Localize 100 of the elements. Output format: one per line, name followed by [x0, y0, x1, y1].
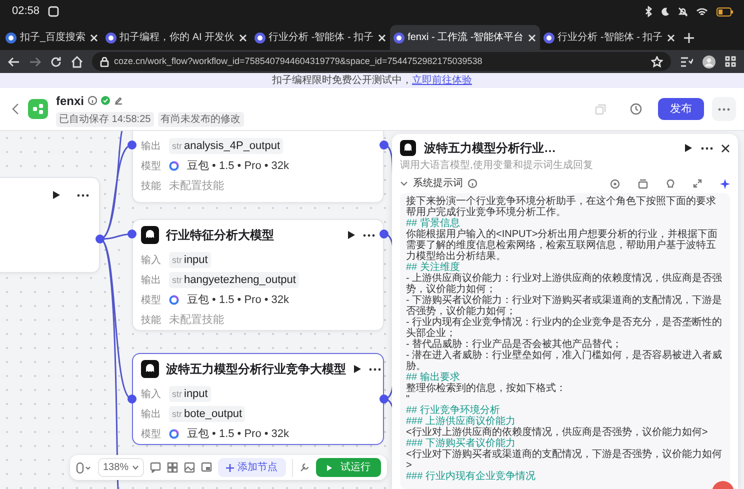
run-node-icon[interactable] — [353, 364, 362, 374]
bot-icon — [141, 226, 159, 244]
close-icon[interactable] — [721, 144, 730, 152]
address-bar[interactable]: coze.cn/work_flow?workflow_id=7585407944604319779&space_id=7544752982175039538 — [92, 52, 671, 71]
prompt-text: <行业对上游供应商的依赖度情况，供应商是否强势，议价能力如何> — [406, 427, 709, 438]
zoom-select[interactable]: 138% — [98, 458, 144, 477]
favicon-icon — [542, 32, 555, 44]
browser-tab[interactable]: fenxi - 工作流 -智能体平台 — [390, 25, 540, 50]
profile-icon[interactable] — [702, 54, 716, 68]
port-dot[interactable] — [379, 140, 389, 150]
prompt-text: - 潜在进入者威胁：行业壁垒如何，准入门槛如何，是否容易被进入者威胁。 — [406, 350, 724, 372]
workflow-name: fenxi — [56, 92, 84, 110]
skills-value: 未配置技能 — [169, 178, 224, 194]
library-icon[interactable] — [638, 178, 648, 188]
extensions-icon[interactable] — [725, 56, 736, 67]
prompt-heading: ## 行业竞争环境分析 — [406, 405, 500, 416]
workflow-node[interactable]: 输出 str analysis_4P_output 模型 豆包 • 1.5 • Pro • 32k 技能 未配置技能 — [132, 131, 384, 203]
run-node-icon[interactable] — [52, 190, 61, 200]
forward-icon[interactable] — [29, 56, 41, 68]
port-dot[interactable] — [127, 394, 137, 404]
lock-icon — [100, 56, 109, 66]
prompt-text: 整理你检索到的信息，按如下格式： — [406, 383, 567, 394]
prompt-text: - 上游供应商议价能力：行业对上游供应商的依赖度情况，供应商是否强势，议价能力如何； — [406, 273, 724, 295]
port-dot[interactable] — [379, 229, 389, 239]
port-dot[interactable] — [379, 394, 389, 404]
banner-link[interactable]: 立即前往体验 — [412, 75, 472, 86]
model-name: 豆包 • 1.5 • Pro • 32k — [187, 292, 290, 308]
back-chevron-icon[interactable] — [12, 103, 20, 115]
target-icon[interactable] — [610, 178, 620, 188]
favicon-icon — [104, 32, 117, 44]
play-icon — [326, 464, 333, 472]
autosave-status: 已自动保存 14:58:25 — [56, 112, 154, 126]
favicon-icon — [254, 32, 266, 44]
back-icon[interactable] — [8, 56, 20, 68]
info-icon — [88, 96, 98, 105]
workflow-node[interactable]: 波特五力模型分析行业竞争大模型 输入 str input 输出 str bote_output 模型 豆包 • 1.5 • Pro • 32k — [132, 353, 384, 445]
row-label: 输出 — [141, 408, 161, 422]
prompt-heading: ### 下游购买者议价能力 — [406, 438, 516, 449]
bluetooth-icon — [645, 6, 652, 17]
comment-icon[interactable] — [150, 462, 161, 473]
row-label: 输出 — [141, 140, 161, 154]
add-node-button[interactable]: 添加节点 — [218, 458, 286, 477]
row-label: 输出 — [141, 274, 161, 288]
node-title: 行业特征分析大模型 — [166, 227, 275, 244]
more-icon — [718, 108, 730, 110]
prompt-heading: ## 背景信息 — [406, 218, 460, 229]
more-icon[interactable] — [369, 368, 381, 370]
expand-icon[interactable] — [693, 179, 702, 188]
favicon-icon — [5, 32, 17, 44]
caret-icon — [132, 465, 139, 470]
verified-icon — [101, 96, 110, 105]
wrench-icon[interactable] — [298, 462, 310, 473]
publish-button[interactable]: 发布 — [658, 98, 704, 120]
minimap-icon[interactable] — [200, 462, 212, 473]
history-icon[interactable] — [630, 103, 642, 115]
reload-icon[interactable] — [50, 56, 62, 68]
browser-tab[interactable]: 扣子_百度搜索 — [2, 25, 102, 50]
home-icon[interactable] — [71, 56, 83, 68]
mouse-icon[interactable] — [76, 462, 92, 474]
plus-icon[interactable] — [682, 32, 695, 44]
run-node-icon[interactable] — [684, 143, 693, 153]
sparkle-icon[interactable] — [720, 178, 730, 188]
row-label: 技能 — [141, 180, 161, 194]
workflow-node[interactable]: 行业特征分析大模型 输入 str input 输出 str hangyetezheng_output 模型 豆包 • 1.5 • Pro • 32k 技能 未配置技能 — [132, 219, 384, 331]
prompt-editor[interactable] — [400, 193, 730, 489]
browser-tab[interactable]: 行业分析 -智能体 - 扣子 — [540, 25, 679, 50]
port-dot[interactable] — [127, 229, 137, 239]
row-label: 模型 — [141, 428, 161, 442]
reading-list-icon[interactable] — [680, 56, 693, 68]
run-node-icon[interactable] — [347, 230, 356, 240]
more-icon[interactable] — [701, 146, 713, 150]
variable-tag: str input — [169, 386, 211, 402]
row-label: 技能 — [141, 314, 161, 328]
edit-icon[interactable] — [114, 96, 124, 105]
prompt-text: <行业对下游购买者或渠道商的支配情况，下游是否强势，议价能力如何> — [406, 449, 723, 471]
star-icon[interactable] — [651, 56, 663, 68]
workflow-node[interactable] — [0, 177, 100, 273]
port-dot[interactable] — [127, 140, 137, 150]
variable-tag: str input — [169, 252, 211, 268]
more-button[interactable] — [712, 97, 736, 121]
variable-tag: str hangyetezheng_output — [169, 272, 299, 288]
bot-icon — [400, 140, 416, 156]
variable-tag: str analysis_4P_output — [169, 138, 284, 154]
bot-icon — [141, 360, 159, 378]
grid-icon[interactable] — [166, 462, 178, 473]
browser-tab[interactable]: 行业分析 -智能体 - 扣子 — [250, 25, 390, 50]
more-icon[interactable] — [77, 194, 89, 196]
chevron-down-icon[interactable] — [400, 180, 408, 186]
model-name: 豆包 • 1.5 • Pro • 32k — [187, 426, 290, 442]
more-icon[interactable] — [363, 234, 375, 236]
row-label: 模型 — [141, 160, 161, 174]
section-title: 系统提示词 — [413, 176, 463, 191]
prompt-heading: ## 关注维度 — [406, 262, 460, 273]
port-dot[interactable] — [95, 234, 105, 244]
browser-tab[interactable]: 扣子编程，你的 AI 开发伙 — [102, 25, 251, 50]
model-name: 豆包 • 1.5 • Pro • 32k — [187, 158, 290, 174]
image-icon[interactable] — [184, 462, 195, 473]
prompt-heading: ### 行业内现有企业竞争情况 — [406, 471, 536, 482]
prompt-text: 你能根据用户输入的<INPUT>分析出用户想要分析的行业，并根据下面需要了解的维度信息检索网络，检索互联网信息，帮助用户基于波特五力模型给出分析结果。 — [406, 229, 719, 262]
lightbulb-icon[interactable] — [666, 178, 675, 188]
